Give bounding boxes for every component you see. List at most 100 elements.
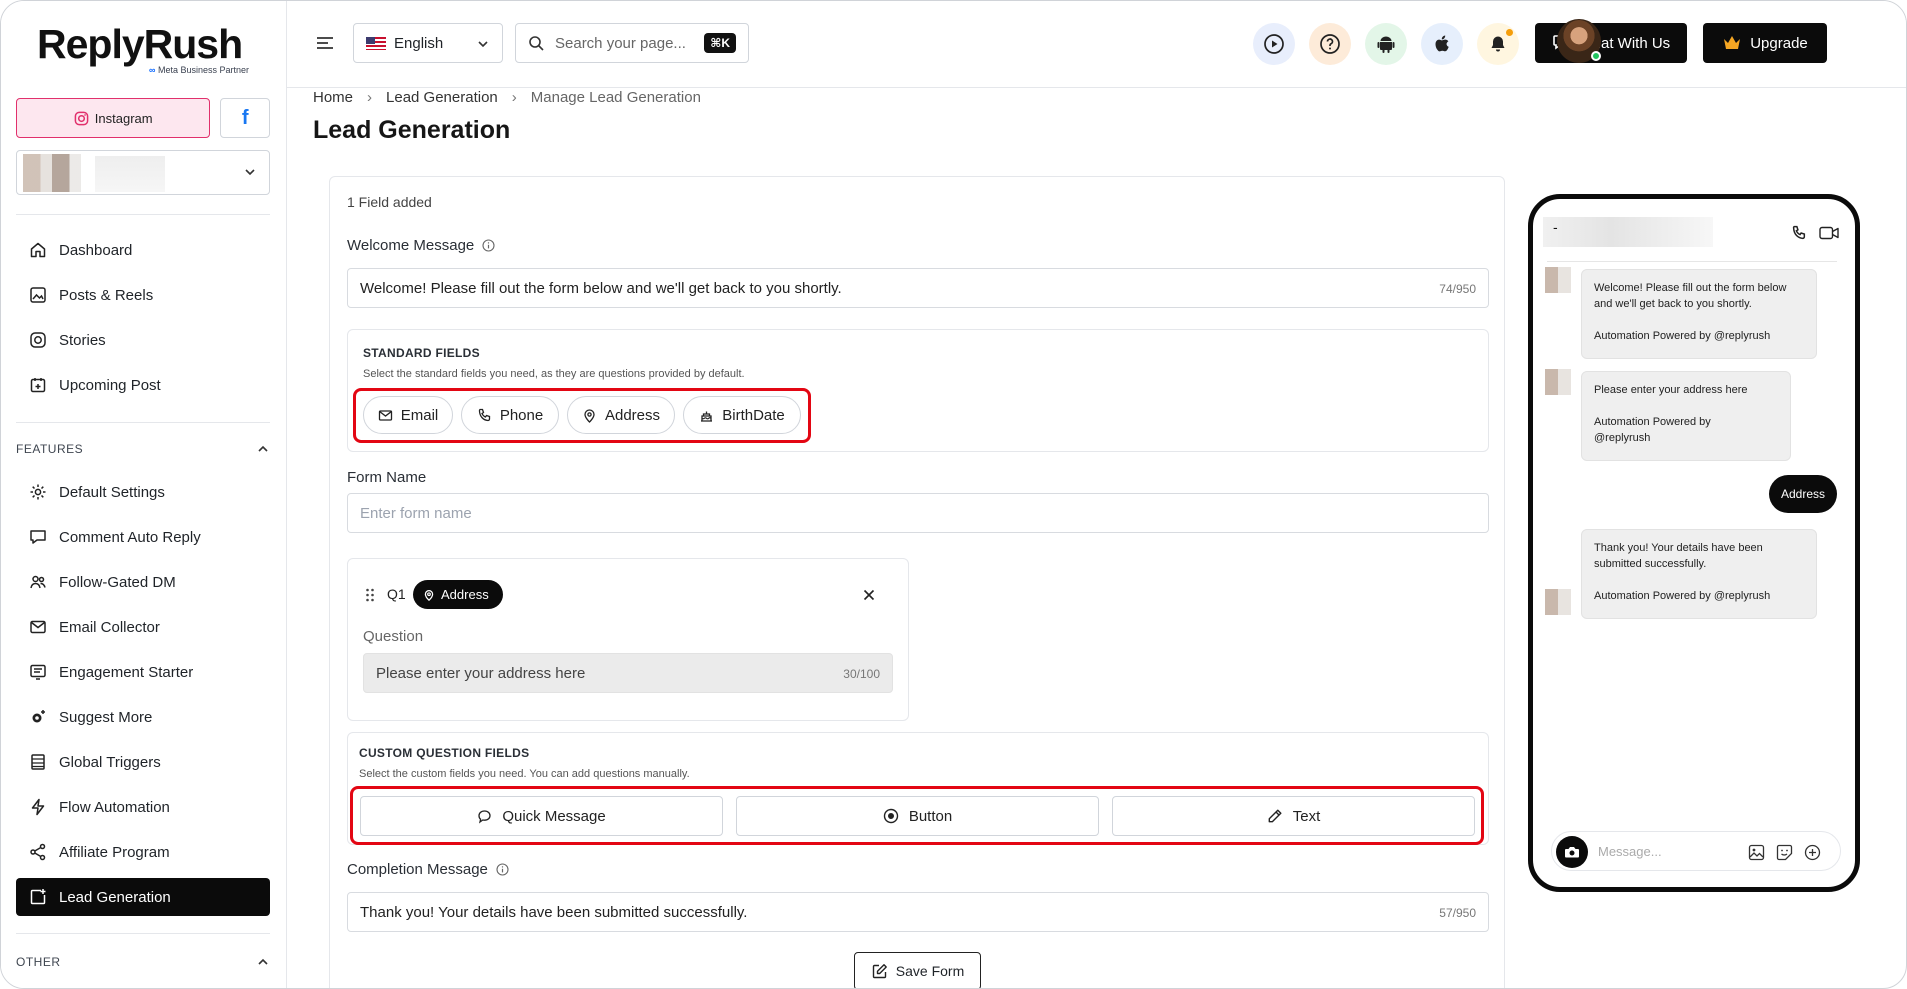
sidebar-item-engagement-starter[interactable]: Engagement Starter <box>16 653 270 691</box>
sidebar-item-comment-auto-reply[interactable]: Comment Auto Reply <box>16 518 270 556</box>
help-button[interactable] <box>1309 23 1351 65</box>
instagram-button[interactable]: Instagram <box>16 98 211 138</box>
sidebar-item-label: Lead Generation <box>59 888 171 906</box>
sidebar-item-suggest-more[interactable]: Suggest More <box>16 698 270 736</box>
completion-message-counter: 57/950 <box>1439 906 1476 920</box>
completion-message-label: Completion Message <box>347 861 509 878</box>
sidebar-item-global-triggers[interactable]: Global Triggers <box>16 743 270 781</box>
brand-logo[interactable]: ReplyRush ∞ Meta Business Partner <box>37 21 253 75</box>
other-section-header[interactable]: OTHER <box>16 952 270 972</box>
sidebar-item-label: Follow-Gated DM <box>59 573 176 591</box>
question-input[interactable]: Please enter your address here 30/100 <box>363 653 893 693</box>
facebook-icon: f <box>241 106 249 129</box>
close-icon[interactable] <box>863 589 875 601</box>
chevron-down-icon <box>245 169 255 176</box>
menu-icon[interactable] <box>315 33 335 53</box>
sidebar-item-upcoming-post[interactable]: Upcoming Post <box>16 366 270 404</box>
sidebar-item-label: Stories <box>59 331 106 349</box>
sidebar-item-follow-gated-dm[interactable]: Follow-Gated DM <box>16 563 270 601</box>
standard-field-email[interactable]: Email <box>363 396 453 434</box>
text-field-label: Text <box>1292 807 1321 825</box>
completion-message-input[interactable]: Thank you! Your details have been submit… <box>347 892 1489 932</box>
search-placeholder: Search your page... <box>555 34 686 52</box>
camera-button[interactable] <box>1556 836 1588 868</box>
sidebar: ReplyRush ∞ Meta Business Partner Instag… <box>1 1 287 988</box>
sidebar-item-stories[interactable]: Stories <box>16 321 270 359</box>
upgrade-button[interactable]: Upgrade <box>1703 23 1827 63</box>
info-icon[interactable] <box>496 863 509 876</box>
sidebar-item-label: Global Triggers <box>59 753 161 771</box>
sidebar-item-posts-reels[interactable]: Posts & Reels <box>16 276 270 314</box>
breadcrumb-home[interactable]: Home <box>313 89 353 106</box>
standard-field-phone[interactable]: Phone <box>461 396 559 434</box>
phone-call-icon[interactable] <box>1791 225 1807 241</box>
mail-icon <box>378 409 392 421</box>
sidebar-divider <box>16 214 270 215</box>
welcome-message-counter: 74/950 <box>1439 282 1476 296</box>
sidebar-item-default-settings[interactable]: Default Settings <box>16 473 270 511</box>
form-name-input[interactable]: Enter form name <box>347 493 1489 533</box>
lightning-icon <box>31 798 45 816</box>
drag-handle-icon[interactable] <box>365 587 375 603</box>
add-text-field-button[interactable]: Text <box>1112 796 1475 836</box>
calendar-plus-icon <box>30 378 46 393</box>
sidebar-item-lead-generation[interactable]: Lead Generation <box>16 878 270 916</box>
features-section-header[interactable]: FEATURES <box>16 439 270 459</box>
chevron-up-icon <box>258 958 268 965</box>
message-placeholder: Message... <box>1598 844 1662 859</box>
add-quick-message-button[interactable]: Quick Message <box>360 796 723 836</box>
brand-tagline: ∞ Meta Business Partner <box>149 65 249 75</box>
language-select[interactable]: English <box>353 23 503 63</box>
ios-app-button[interactable] <box>1421 23 1463 65</box>
standard-field-label: BirthDate <box>722 406 785 424</box>
avatar[interactable] <box>1557 19 1601 63</box>
sidebar-item-flow-automation[interactable]: Flow Automation <box>16 788 270 826</box>
platform-switcher: Instagram f <box>16 98 270 138</box>
share-nodes-icon <box>30 843 46 861</box>
breadcrumb-separator: › <box>511 89 517 106</box>
standard-field-address[interactable]: Address <box>567 396 675 434</box>
sidebar-item-label: Flow Automation <box>59 798 170 816</box>
add-button-field-button[interactable]: Button <box>736 796 1099 836</box>
cake-icon <box>701 411 713 422</box>
plus-circle-icon[interactable] <box>1804 844 1821 861</box>
sidebar-item-email-collector[interactable]: Email Collector <box>16 608 270 646</box>
preview-message-composer[interactable]: Message... <box>1551 831 1841 871</box>
welcome-message-label: Welcome Message <box>347 237 495 254</box>
comment-icon <box>30 530 46 544</box>
sidebar-item-affiliate-program[interactable]: Affiliate Program <box>16 833 270 871</box>
video-call-icon[interactable] <box>1819 226 1839 240</box>
notifications-button[interactable] <box>1477 23 1519 65</box>
top-bar: English Search your page... ⌘K Chat With… <box>287 1 1906 88</box>
tutorial-video-button[interactable] <box>1253 23 1295 65</box>
features-section-label: FEATURES <box>16 442 84 456</box>
apple-icon <box>1435 35 1449 52</box>
info-icon[interactable] <box>482 239 495 252</box>
breadcrumb-lead-generation[interactable]: Lead Generation <box>386 89 498 106</box>
quick-message-label: Quick Message <box>502 807 606 825</box>
preview-avatar <box>1545 369 1571 395</box>
search-box[interactable]: Search your page... ⌘K <box>515 23 749 63</box>
custom-fields-description: Select the custom fields you need. You c… <box>359 768 690 780</box>
save-form-button[interactable]: Save Form <box>854 952 981 988</box>
preview-bubble-question: Please enter your address here Automatio… <box>1581 371 1791 461</box>
facebook-button[interactable]: f <box>220 98 270 138</box>
pencil-icon <box>1268 809 1282 823</box>
standard-fields-title: STANDARD FIELDS <box>363 346 480 360</box>
app-window: ReplyRush ∞ Meta Business Partner Instag… <box>0 0 1907 989</box>
welcome-message-input[interactable]: Welcome! Please fill out the form below … <box>347 268 1489 308</box>
standard-field-birthdate[interactable]: BirthDate <box>683 396 801 434</box>
form-name-label: Form Name <box>347 469 427 486</box>
sticker-icon[interactable] <box>1776 844 1793 861</box>
edit-square-icon <box>872 963 887 978</box>
image-icon[interactable] <box>1748 844 1765 861</box>
android-app-button[interactable] <box>1365 23 1407 65</box>
play-circle-icon <box>1264 34 1284 54</box>
home-icon <box>30 242 46 258</box>
help-icon <box>1320 34 1340 54</box>
sidebar-item-dashboard[interactable]: Dashboard <box>16 231 270 269</box>
custom-fields-title: CUSTOM QUESTION FIELDS <box>359 746 530 760</box>
question-type-label: Address <box>441 587 489 602</box>
phone-preview: - Welcome! Please fill out the form belo… <box>1528 194 1860 892</box>
account-selector[interactable] <box>16 150 270 195</box>
